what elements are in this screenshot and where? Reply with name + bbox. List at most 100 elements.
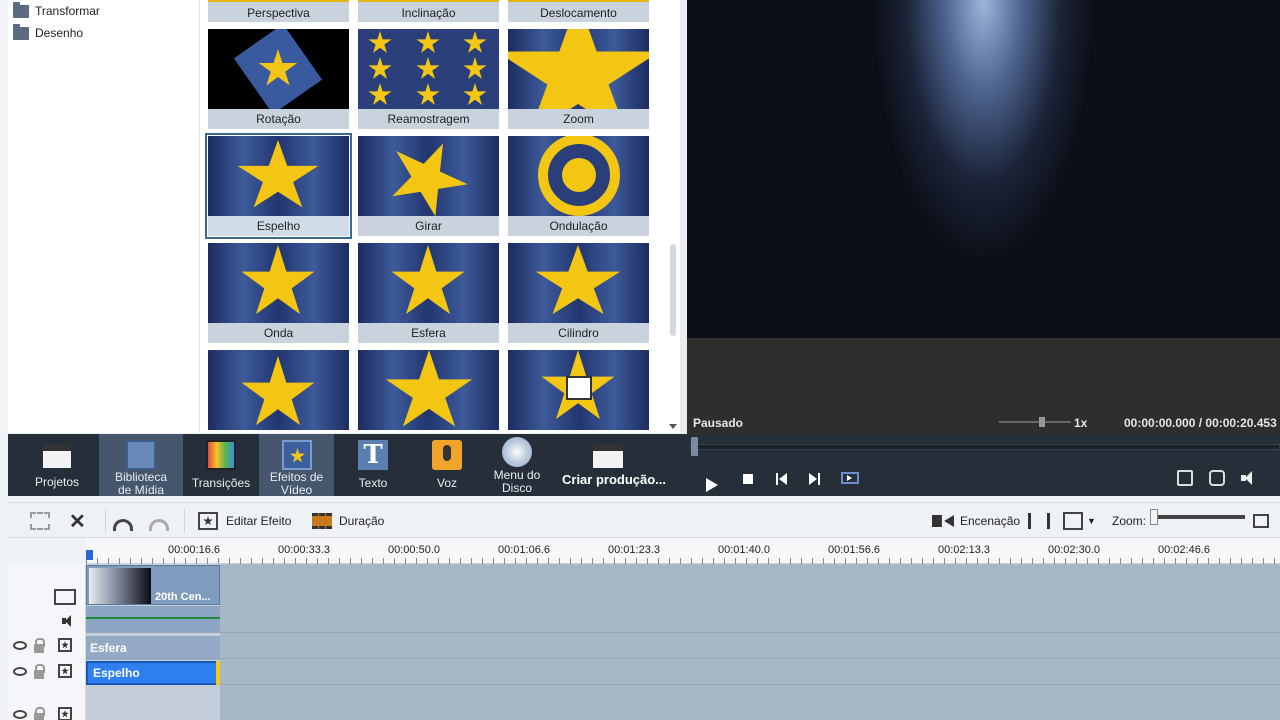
previous-button[interactable] <box>776 473 788 485</box>
waveform-line <box>86 617 220 619</box>
video-preview[interactable] <box>687 0 1280 338</box>
star-icon <box>463 83 487 105</box>
projects-label: Projetos <box>34 475 80 489</box>
frame-step-button[interactable] <box>841 472 859 484</box>
effect-tile-ondulacao[interactable]: Ondulação <box>508 136 649 236</box>
track-divider <box>86 684 1280 685</box>
ripple-center <box>562 158 596 192</box>
panel-divider[interactable] <box>680 0 687 434</box>
lock-icon[interactable] <box>34 707 45 720</box>
ruler-label: 00:00:16.6 <box>168 544 220 556</box>
voice-button[interactable]: Voz <box>419 434 475 496</box>
picture-in-picture-icon <box>566 376 592 400</box>
stop-button[interactable] <box>743 474 753 484</box>
ruler-label: 00:01:56.6 <box>828 544 880 556</box>
timeline-tracks[interactable] <box>86 564 1280 720</box>
effect-thumbnail <box>508 243 649 323</box>
zoom-slider[interactable] <box>1152 515 1245 519</box>
duration-label: Duração <box>339 514 385 528</box>
effect-tile-deslocamento[interactable]: Deslocamento <box>508 0 649 22</box>
play-button[interactable] <box>706 478 718 492</box>
seek-knob[interactable] <box>691 437 698 456</box>
transitions-button[interactable]: Transições <box>191 434 251 496</box>
tree-item-desenho[interactable]: Desenho <box>8 22 199 44</box>
effect-tile-zoom[interactable]: Zoom <box>508 29 649 129</box>
staging-button[interactable]: Encenação <box>932 511 1020 531</box>
effect-tile[interactable] <box>358 350 499 430</box>
redo-icon <box>149 519 169 531</box>
undo-button[interactable] <box>113 515 133 535</box>
effect-tile-onda[interactable]: Onda <box>208 243 349 343</box>
fit-timeline-button[interactable] <box>1253 511 1277 531</box>
lock-icon[interactable] <box>34 638 45 653</box>
playhead-marker[interactable] <box>86 550 93 560</box>
effect-tile-espelho[interactable]: Espelho <box>205 133 352 239</box>
category-tree: Transformar Desenho <box>8 0 200 433</box>
projects-button[interactable]: Projetos <box>28 434 86 496</box>
audio-waveform[interactable] <box>86 606 220 632</box>
effect-tile-cilindro[interactable]: Cilindro <box>508 243 649 343</box>
visibility-eye-icon[interactable] <box>13 710 27 719</box>
effect-tile-girar[interactable]: Girar <box>358 136 499 236</box>
fullscreen-icon[interactable] <box>1177 470 1193 486</box>
star-icon <box>391 245 465 315</box>
effect-tile[interactable] <box>208 350 349 430</box>
duration-button[interactable]: Duração <box>312 511 384 531</box>
speed-slider-knob[interactable] <box>1039 417 1045 427</box>
scrollbar-thumb[interactable] <box>670 244 676 336</box>
star-icon <box>241 356 315 426</box>
disc-menu-button[interactable]: Menu do Disco <box>488 434 546 496</box>
snapshot-camera-icon[interactable] <box>1209 470 1225 486</box>
effect-caption: Inclinação <box>358 0 499 22</box>
video-clip[interactable]: 20th Cen... <box>86 565 220 605</box>
video-effects-button[interactable]: Efeitos de Vídeo <box>259 434 334 497</box>
zoom-slider-knob[interactable] <box>1150 509 1158 525</box>
effect-tile-rotacao[interactable]: Rotação <box>208 29 349 129</box>
effect-tile-esfera[interactable]: Esfera <box>358 243 499 343</box>
selection-icon <box>30 512 50 530</box>
play-icon <box>706 478 718 492</box>
effect-tile-perspectiva[interactable]: Perspectiva <box>208 0 349 22</box>
redo-button[interactable] <box>149 515 169 535</box>
timeline-ruler[interactable]: 00:00:16.6 00:00:33.3 00:00:50.0 00:01:0… <box>86 538 1280 564</box>
edit-effect-button[interactable]: Editar Efeito <box>198 511 291 531</box>
effect-thumbnail <box>508 29 649 109</box>
effect-tile-inclinacao[interactable]: Inclinação <box>358 0 499 22</box>
export-label[interactable]: Criar produção... <box>562 472 666 487</box>
transitions-label: Transições <box>191 476 251 490</box>
delete-button[interactable]: ✕ <box>69 511 86 533</box>
track-divider <box>86 658 1280 659</box>
effect-caption: Reamostragem <box>358 109 499 129</box>
select-all-button[interactable] <box>30 511 58 531</box>
disc-icon <box>502 437 532 467</box>
effect-clip-espelho[interactable]: Espelho <box>86 661 220 685</box>
clapperboard-icon <box>43 444 71 468</box>
media-library-button[interactable]: Biblioteca de Mídia <box>99 434 183 497</box>
star-icon <box>368 83 392 105</box>
lock-icon[interactable] <box>34 664 45 679</box>
preview-seek-bar[interactable] <box>690 444 1280 450</box>
visibility-eye-icon[interactable] <box>13 641 27 650</box>
effect-tile[interactable] <box>508 350 649 430</box>
text-label: Texto <box>358 476 388 490</box>
effect-tile-reamostragem[interactable]: Reamostragem <box>358 29 499 129</box>
view-mode-dropdown[interactable]: ▼ <box>1063 511 1096 531</box>
effect-thumbnail <box>358 350 499 430</box>
folder-icon <box>13 23 29 40</box>
visibility-eye-icon[interactable] <box>13 667 27 676</box>
effect-thumbnail <box>208 350 349 430</box>
scroll-down-icon[interactable] <box>669 424 677 429</box>
speed-slider[interactable] <box>999 421 1071 423</box>
effect-clip-esfera[interactable]: Esfera <box>86 636 220 660</box>
next-button[interactable] <box>808 473 820 485</box>
audio-mixer-button[interactable] <box>1028 511 1050 531</box>
text-button[interactable]: T Texto <box>345 434 401 496</box>
tree-item-transformar[interactable]: Transformar <box>8 0 199 22</box>
effect-track-icon <box>58 664 72 678</box>
effects-scrollbar[interactable] <box>667 0 679 433</box>
fit-icon <box>1253 514 1269 528</box>
video-track-icon <box>54 589 76 605</box>
star-icon <box>463 31 487 53</box>
volume-icon[interactable] <box>1241 471 1259 485</box>
star-icon <box>241 245 315 315</box>
